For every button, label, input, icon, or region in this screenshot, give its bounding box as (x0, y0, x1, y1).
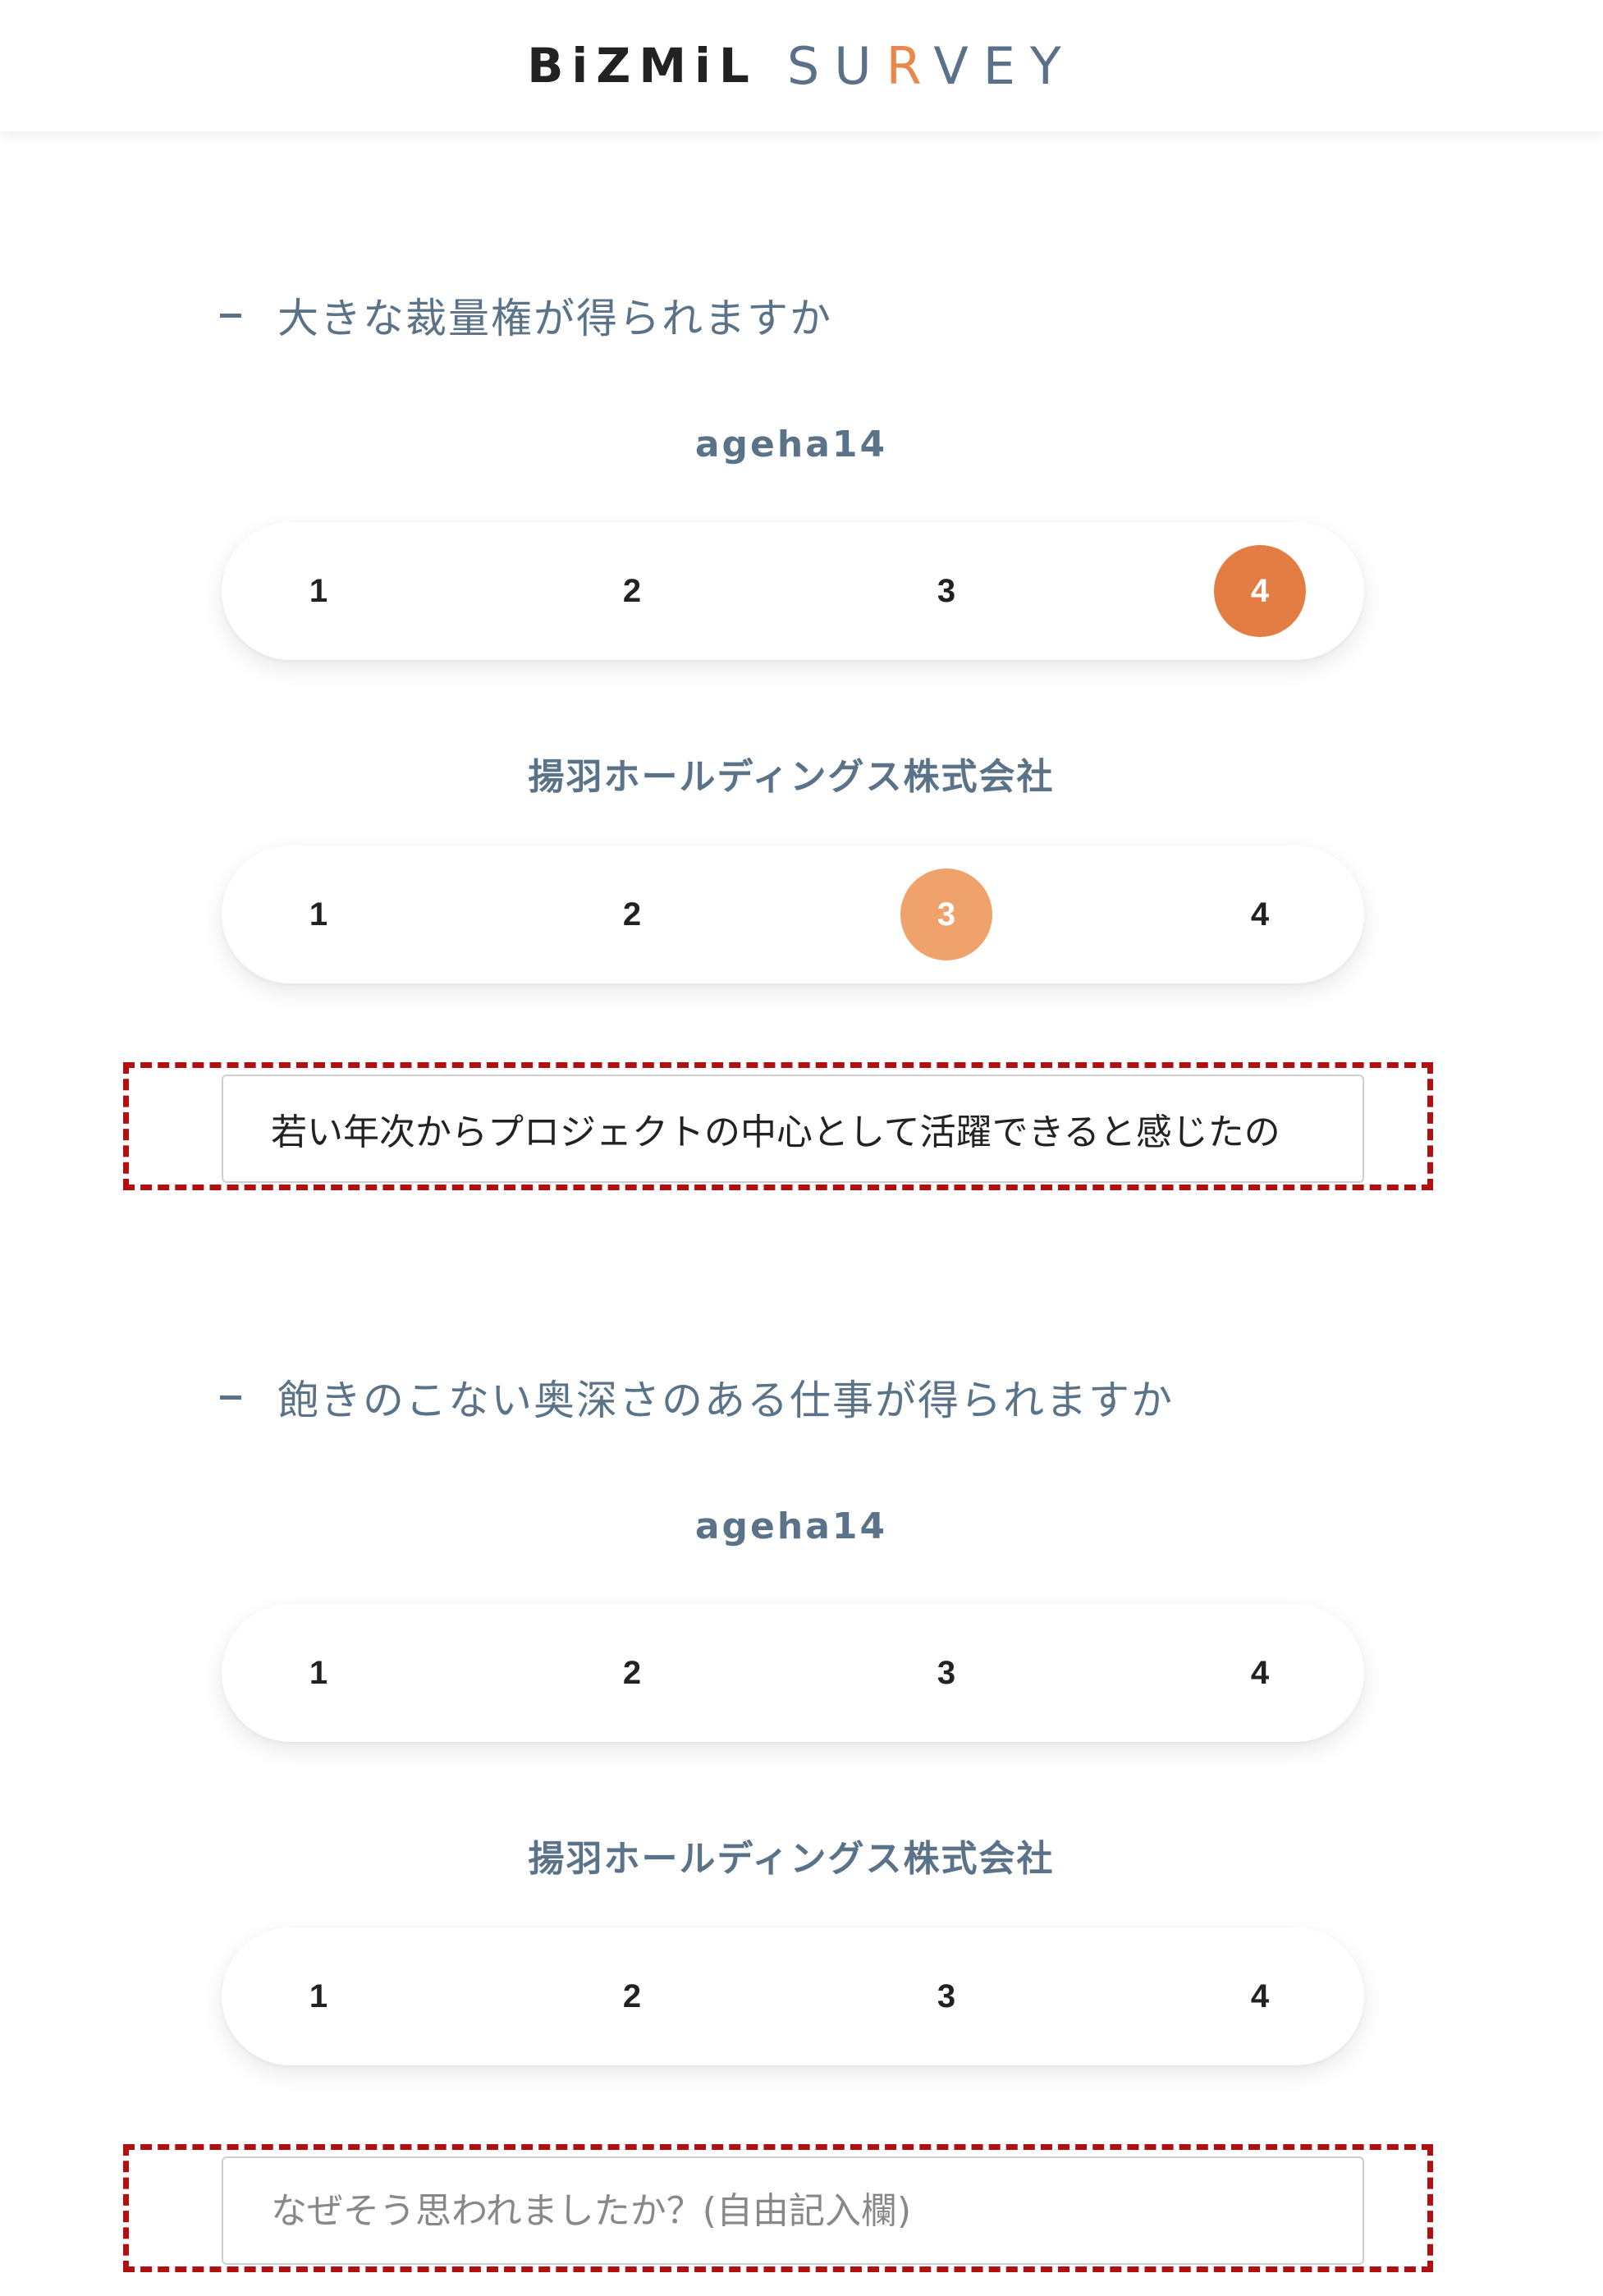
rating-scale: 1 2 3 4 (222, 1927, 1364, 2065)
question-title: 飽きのこない奥深さのある仕事が得られますか (220, 1368, 1174, 1427)
rating-option-1[interactable]: 1 (273, 1627, 364, 1719)
rating-option-3[interactable]: 3 (900, 545, 992, 637)
rating-scale: 1 2 3 4 (222, 1604, 1364, 1742)
logo-brand: BiZMiL (527, 38, 758, 94)
app-header: BiZMiL SURVEY (0, 0, 1603, 131)
rating-scale: 1 2 3 4 (222, 522, 1364, 660)
respondent-label: 揚羽ホールディングス株式会社 (528, 1838, 1055, 1880)
rating-option-4[interactable]: 4 (1214, 868, 1306, 960)
collapse-dash-icon[interactable] (220, 1395, 241, 1400)
respondent-label: ageha14 (694, 424, 888, 465)
logo-product-end: VEY (933, 35, 1076, 96)
collapse-dash-icon[interactable] (220, 313, 241, 318)
rating-option-1[interactable]: 1 (273, 545, 364, 637)
rating-option-2[interactable]: 2 (586, 545, 678, 637)
rating-option-3[interactable]: 3 (900, 868, 992, 960)
rating-option-2[interactable]: 2 (586, 1950, 678, 2042)
rating-scale: 1 2 3 4 (222, 846, 1364, 983)
rating-option-4[interactable]: 4 (1214, 545, 1306, 637)
rating-option-3[interactable]: 3 (900, 1950, 992, 2042)
logo-product: SURVEY (787, 36, 1076, 96)
rating-option-4[interactable]: 4 (1214, 1627, 1306, 1719)
respondent-label: 揚羽ホールディングス株式会社 (528, 756, 1055, 798)
question-title-text: 大きな裁量権が得られますか (277, 295, 832, 342)
logo-product-start: SU (786, 35, 886, 96)
rating-option-4[interactable]: 4 (1214, 1950, 1306, 2042)
rating-option-1[interactable]: 1 (273, 868, 364, 960)
comment-input[interactable] (222, 1075, 1364, 1183)
comment-input[interactable] (222, 2156, 1364, 2265)
rating-option-1[interactable]: 1 (273, 1950, 364, 2042)
bizmil-survey-logo[interactable]: BiZMiL SURVEY (527, 36, 1076, 96)
rating-option-2[interactable]: 2 (586, 1627, 678, 1719)
question-title: 大きな裁量権が得られますか (220, 286, 832, 345)
respondent-label: ageha14 (694, 1505, 888, 1547)
rating-option-2[interactable]: 2 (586, 868, 678, 960)
question-title-text: 飽きのこない奥深さのある仕事が得られますか (277, 1377, 1174, 1424)
rating-option-3[interactable]: 3 (900, 1627, 992, 1719)
logo-magnifier-r: R (886, 35, 934, 96)
